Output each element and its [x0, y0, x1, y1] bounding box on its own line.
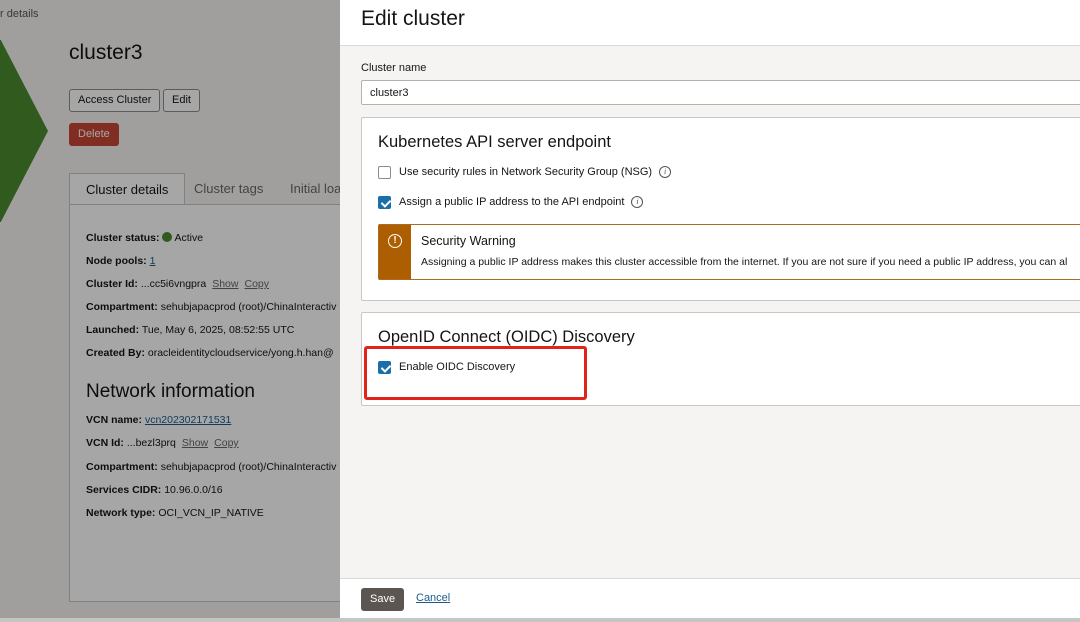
bottom-strip — [0, 618, 1080, 622]
nsg-option[interactable]: Use security rules in Network Security G… — [378, 164, 672, 180]
oidc-title: OpenID Connect (OIDC) Discovery — [378, 328, 635, 346]
drawer-footer: Save Cancel — [340, 578, 1080, 618]
warning-bar: ! — [379, 225, 411, 279]
modal-overlay[interactable] — [0, 0, 340, 622]
warning-icon: ! — [388, 234, 402, 248]
security-warning-banner: ! Security Warning Assigning a public IP… — [378, 224, 1080, 280]
cluster-name-input[interactable] — [361, 80, 1080, 105]
api-endpoint-card: Kubernetes API server endpoint Use secur… — [361, 117, 1080, 301]
cluster-name-label: Cluster name — [361, 62, 427, 74]
api-endpoint-title: Kubernetes API server endpoint — [378, 133, 611, 151]
drawer-title: Edit cluster — [361, 7, 465, 30]
info-icon[interactable]: i — [631, 196, 644, 208]
public-ip-option[interactable]: Assign a public IP address to the API en… — [378, 194, 644, 210]
save-button[interactable]: Save — [361, 588, 405, 611]
warning-title: Security Warning — [421, 234, 516, 248]
edit-cluster-drawer: Edit cluster Cluster name Kubernetes API… — [340, 0, 1080, 622]
drawer-header: Edit cluster — [340, 0, 1080, 46]
public-ip-label: Assign a public IP address to the API en… — [399, 196, 625, 208]
cluster-details-page: r details cluster3 Access Cluster Edit D… — [0, 0, 340, 622]
cancel-link[interactable]: Cancel — [416, 592, 450, 604]
annotation-highlight-box — [364, 346, 587, 400]
nsg-label: Use security rules in Network Security G… — [399, 166, 653, 178]
warning-text: Assigning a public IP address makes this… — [421, 256, 1068, 268]
info-icon[interactable]: i — [659, 166, 672, 178]
nsg-checkbox[interactable] — [378, 165, 391, 179]
public-ip-checkbox[interactable] — [378, 195, 391, 209]
